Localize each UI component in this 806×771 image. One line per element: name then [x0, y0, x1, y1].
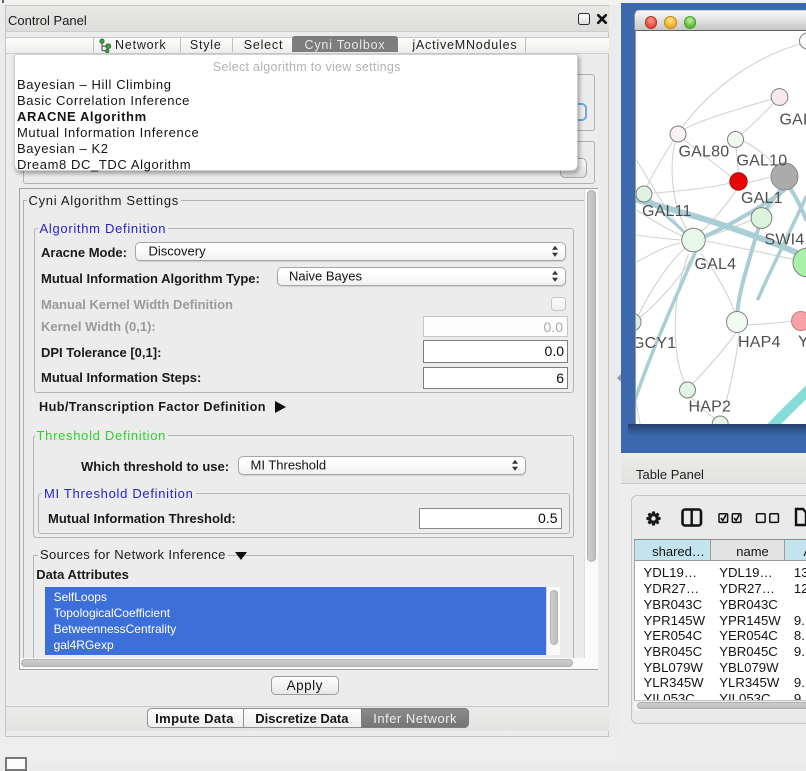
svg-text:SWI4: SWI4	[764, 231, 804, 248]
svg-text:HAP2: HAP2	[688, 399, 731, 416]
svg-text:GAL80: GAL80	[678, 144, 729, 161]
svg-text:GAL11: GAL11	[642, 203, 692, 220]
svg-text:GAL1: GAL1	[741, 190, 783, 207]
svg-text:GAL7: GAL7	[779, 112, 806, 129]
svg-text:GAL4: GAL4	[694, 256, 736, 273]
svg-text:HAP4: HAP4	[738, 334, 781, 351]
svg-text:GAL10: GAL10	[736, 152, 787, 169]
svg-text:GCY1: GCY1	[636, 335, 676, 352]
svg-text:YM: YM	[798, 334, 806, 351]
